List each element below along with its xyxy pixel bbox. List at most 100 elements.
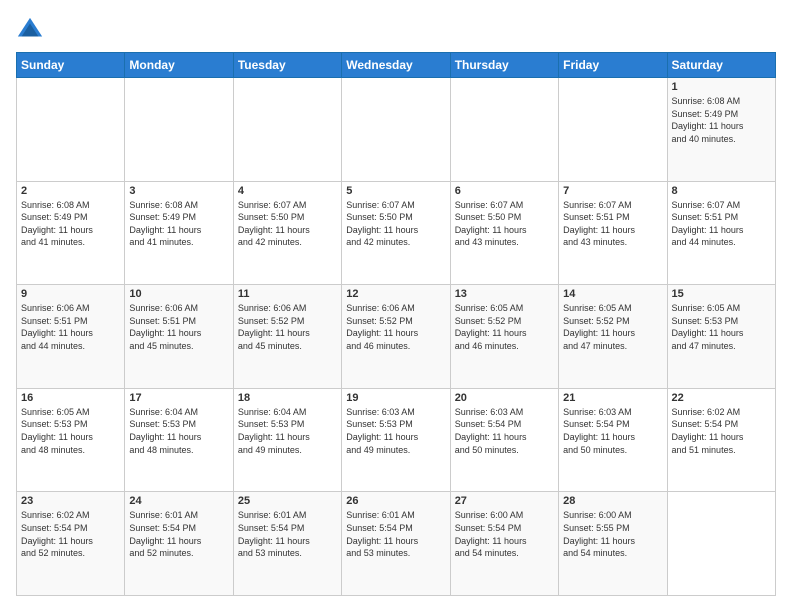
calendar-cell: 13 Sunrise: 6:05 AM Sunset: 5:52 PM Dayli… xyxy=(450,285,558,389)
day-number: 22 xyxy=(672,392,771,404)
day-info: Sunrise: 6:02 AM Sunset: 5:54 PM Dayligh… xyxy=(21,509,120,559)
calendar-cell: 12 Sunrise: 6:06 AM Sunset: 5:52 PM Dayli… xyxy=(342,285,450,389)
day-info: Sunrise: 6:06 AM Sunset: 5:52 PM Dayligh… xyxy=(238,302,337,352)
calendar-cell: 22 Sunrise: 6:02 AM Sunset: 5:54 PM Dayli… xyxy=(667,388,775,492)
day-number: 20 xyxy=(455,392,554,404)
day-number: 8 xyxy=(672,185,771,197)
day-number: 14 xyxy=(563,288,662,300)
day-info: Sunrise: 6:07 AM Sunset: 5:50 PM Dayligh… xyxy=(455,199,554,249)
header xyxy=(16,16,776,44)
day-number: 11 xyxy=(238,288,337,300)
calendar-week-row: 1Sunrise: 6:08 AM Sunset: 5:49 PM Daylig… xyxy=(17,78,776,182)
day-info: Sunrise: 6:00 AM Sunset: 5:55 PM Dayligh… xyxy=(563,509,662,559)
day-info: Sunrise: 6:01 AM Sunset: 5:54 PM Dayligh… xyxy=(129,509,228,559)
page: SundayMondayTuesdayWednesdayThursdayFrid… xyxy=(0,0,792,612)
calendar-table: SundayMondayTuesdayWednesdayThursdayFrid… xyxy=(16,52,776,596)
calendar-cell: 7Sunrise: 6:07 AM Sunset: 5:51 PM Daylig… xyxy=(559,181,667,285)
day-info: Sunrise: 6:08 AM Sunset: 5:49 PM Dayligh… xyxy=(21,199,120,249)
day-number: 23 xyxy=(21,495,120,507)
day-info: Sunrise: 6:01 AM Sunset: 5:54 PM Dayligh… xyxy=(238,509,337,559)
calendar-cell: 27Sunrise: 6:00 AM Sunset: 5:54 PM Dayli… xyxy=(450,492,558,596)
calendar-cell: 14 Sunrise: 6:05 AM Sunset: 5:52 PM Dayli… xyxy=(559,285,667,389)
calendar-week-row: 16 Sunrise: 6:05 AM Sunset: 5:53 PM Dayli… xyxy=(17,388,776,492)
calendar-cell: 9 Sunrise: 6:06 AM Sunset: 5:51 PM Daylig… xyxy=(17,285,125,389)
day-info: Sunrise: 6:03 AM Sunset: 5:54 PM Dayligh… xyxy=(455,406,554,456)
day-info: Sunrise: 6:00 AM Sunset: 5:54 PM Dayligh… xyxy=(455,509,554,559)
day-info: Sunrise: 6:03 AM Sunset: 5:53 PM Dayligh… xyxy=(346,406,445,456)
calendar-cell xyxy=(17,78,125,182)
day-info: Sunrise: 6:06 AM Sunset: 5:51 PM Dayligh… xyxy=(129,302,228,352)
day-info: Sunrise: 6:05 AM Sunset: 5:52 PM Dayligh… xyxy=(563,302,662,352)
day-info: Sunrise: 6:04 AM Sunset: 5:53 PM Dayligh… xyxy=(238,406,337,456)
calendar-cell: 28 Sunrise: 6:00 AM Sunset: 5:55 PM Dayli… xyxy=(559,492,667,596)
day-info: Sunrise: 6:05 AM Sunset: 5:53 PM Dayligh… xyxy=(672,302,771,352)
weekday-header-tuesday: Tuesday xyxy=(233,53,341,78)
calendar-cell: 6 Sunrise: 6:07 AM Sunset: 5:50 PM Daylig… xyxy=(450,181,558,285)
day-number: 2 xyxy=(21,185,120,197)
day-number: 25 xyxy=(238,495,337,507)
weekday-header-monday: Monday xyxy=(125,53,233,78)
day-number: 4 xyxy=(238,185,337,197)
calendar-week-row: 2 Sunrise: 6:08 AM Sunset: 5:49 PM Daylig… xyxy=(17,181,776,285)
calendar-week-row: 23 Sunrise: 6:02 AM Sunset: 5:54 PM Dayli… xyxy=(17,492,776,596)
day-number: 19 xyxy=(346,392,445,404)
day-info: Sunrise: 6:07 AM Sunset: 5:51 PM Dayligh… xyxy=(672,199,771,249)
day-info: Sunrise: 6:05 AM Sunset: 5:53 PM Dayligh… xyxy=(21,406,120,456)
day-info: Sunrise: 6:04 AM Sunset: 5:53 PM Dayligh… xyxy=(129,406,228,456)
weekday-header-saturday: Saturday xyxy=(667,53,775,78)
weekday-header-thursday: Thursday xyxy=(450,53,558,78)
calendar-cell: 2 Sunrise: 6:08 AM Sunset: 5:49 PM Daylig… xyxy=(17,181,125,285)
day-number: 12 xyxy=(346,288,445,300)
day-number: 10 xyxy=(129,288,228,300)
calendar-cell: 5 Sunrise: 6:07 AM Sunset: 5:50 PM Daylig… xyxy=(342,181,450,285)
calendar-cell: 16 Sunrise: 6:05 AM Sunset: 5:53 PM Dayli… xyxy=(17,388,125,492)
day-number: 16 xyxy=(21,392,120,404)
day-number: 24 xyxy=(129,495,228,507)
calendar-cell xyxy=(667,492,775,596)
day-info: Sunrise: 6:07 AM Sunset: 5:50 PM Dayligh… xyxy=(346,199,445,249)
calendar-cell: 15 Sunrise: 6:05 AM Sunset: 5:53 PM Dayli… xyxy=(667,285,775,389)
day-info: Sunrise: 6:02 AM Sunset: 5:54 PM Dayligh… xyxy=(672,406,771,456)
day-number: 28 xyxy=(563,495,662,507)
calendar-cell: 20 Sunrise: 6:03 AM Sunset: 5:54 PM Dayli… xyxy=(450,388,558,492)
calendar-cell: 24 Sunrise: 6:01 AM Sunset: 5:54 PM Dayli… xyxy=(125,492,233,596)
logo-icon xyxy=(16,16,44,44)
calendar-cell xyxy=(342,78,450,182)
calendar-cell: 8 Sunrise: 6:07 AM Sunset: 5:51 PM Daylig… xyxy=(667,181,775,285)
day-info: Sunrise: 6:07 AM Sunset: 5:50 PM Dayligh… xyxy=(238,199,337,249)
calendar-cell xyxy=(233,78,341,182)
calendar-cell: 19 Sunrise: 6:03 AM Sunset: 5:53 PM Dayli… xyxy=(342,388,450,492)
calendar-cell: 21 Sunrise: 6:03 AM Sunset: 5:54 PM Dayli… xyxy=(559,388,667,492)
day-number: 17 xyxy=(129,392,228,404)
day-info: Sunrise: 6:06 AM Sunset: 5:51 PM Dayligh… xyxy=(21,302,120,352)
calendar-cell xyxy=(450,78,558,182)
day-number: 6 xyxy=(455,185,554,197)
weekday-header-friday: Friday xyxy=(559,53,667,78)
day-number: 9 xyxy=(21,288,120,300)
calendar-cell: 23 Sunrise: 6:02 AM Sunset: 5:54 PM Dayli… xyxy=(17,492,125,596)
day-info: Sunrise: 6:05 AM Sunset: 5:52 PM Dayligh… xyxy=(455,302,554,352)
calendar-week-row: 9 Sunrise: 6:06 AM Sunset: 5:51 PM Daylig… xyxy=(17,285,776,389)
calendar-cell: 10 Sunrise: 6:06 AM Sunset: 5:51 PM Dayli… xyxy=(125,285,233,389)
weekday-header-wednesday: Wednesday xyxy=(342,53,450,78)
day-info: Sunrise: 6:01 AM Sunset: 5:54 PM Dayligh… xyxy=(346,509,445,559)
day-number: 21 xyxy=(563,392,662,404)
day-number: 5 xyxy=(346,185,445,197)
calendar-cell: 3Sunrise: 6:08 AM Sunset: 5:49 PM Daylig… xyxy=(125,181,233,285)
calendar-cell: 4 Sunrise: 6:07 AM Sunset: 5:50 PM Daylig… xyxy=(233,181,341,285)
calendar-cell: 17 Sunrise: 6:04 AM Sunset: 5:53 PM Dayli… xyxy=(125,388,233,492)
day-number: 26 xyxy=(346,495,445,507)
day-info: Sunrise: 6:07 AM Sunset: 5:51 PM Dayligh… xyxy=(563,199,662,249)
day-info: Sunrise: 6:06 AM Sunset: 5:52 PM Dayligh… xyxy=(346,302,445,352)
weekday-header-sunday: Sunday xyxy=(17,53,125,78)
calendar-cell: 18Sunrise: 6:04 AM Sunset: 5:53 PM Dayli… xyxy=(233,388,341,492)
calendar-cell xyxy=(125,78,233,182)
calendar-cell: 26 Sunrise: 6:01 AM Sunset: 5:54 PM Dayli… xyxy=(342,492,450,596)
weekday-header-row: SundayMondayTuesdayWednesdayThursdayFrid… xyxy=(17,53,776,78)
day-info: Sunrise: 6:08 AM Sunset: 5:49 PM Dayligh… xyxy=(129,199,228,249)
day-number: 13 xyxy=(455,288,554,300)
calendar-cell: 25 Sunrise: 6:01 AM Sunset: 5:54 PM Dayli… xyxy=(233,492,341,596)
day-number: 15 xyxy=(672,288,771,300)
day-info: Sunrise: 6:03 AM Sunset: 5:54 PM Dayligh… xyxy=(563,406,662,456)
day-number: 1 xyxy=(672,81,771,93)
